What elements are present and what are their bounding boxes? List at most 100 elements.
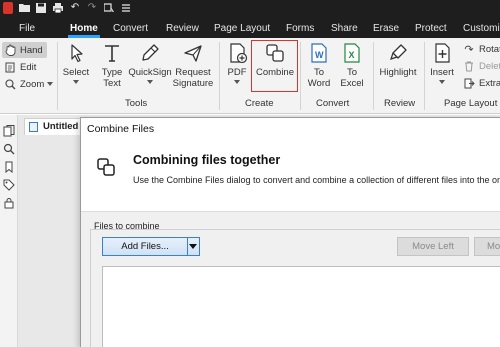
tab-page-layout[interactable]: Page Layout	[214, 19, 270, 38]
dialog-description: Use the Combine Files dialog to convert …	[133, 175, 500, 185]
request-signature-label-2: Signature	[172, 78, 214, 89]
chevron-down-icon	[439, 80, 445, 84]
to-word-label-1: To	[313, 67, 325, 78]
edit-tool-label: Edit	[20, 61, 37, 73]
ribbon-divider	[57, 42, 58, 110]
dialog-body: Files to combine Add Files... Move Left …	[81, 211, 500, 347]
highlighter-icon	[390, 44, 407, 60]
svg-text:X: X	[349, 50, 355, 60]
combine-highlight-box	[251, 40, 298, 92]
insert-page-icon	[435, 43, 450, 63]
save-icon[interactable]	[35, 2, 47, 14]
to-word-label-2: Word	[307, 78, 331, 89]
print-icon[interactable]	[52, 2, 64, 14]
left-sidebar	[0, 115, 18, 347]
request-signature-button[interactable]: Request Signature	[172, 42, 214, 98]
tab-erase[interactable]: Erase	[373, 19, 399, 38]
type-text-icon	[105, 45, 119, 62]
open-folder-icon[interactable]	[18, 2, 30, 14]
delete-button[interactable]: Delet	[463, 58, 500, 74]
highlight-label: Highlight	[379, 67, 417, 78]
lock-icon[interactable]	[3, 197, 15, 209]
select-label: Select	[62, 67, 90, 78]
tab-forms[interactable]: Forms	[286, 19, 314, 38]
combine-icon	[97, 158, 115, 176]
quicksign-button[interactable]: QuickSign	[128, 42, 172, 98]
select-button[interactable]: Select	[60, 42, 92, 98]
chevron-down-icon	[47, 82, 54, 86]
combine-files-dialog: Combine Files Combining files together U…	[80, 117, 500, 347]
tab-customize[interactable]: Customiz	[463, 19, 500, 38]
tab-file[interactable]: File	[19, 19, 35, 38]
hand-tool-button[interactable]: Hand	[2, 42, 47, 58]
new-pdf-icon	[230, 43, 248, 64]
add-files-label: Add Files...	[121, 241, 169, 252]
undo-icon[interactable]: ↶	[69, 2, 81, 14]
document-canvas	[18, 135, 80, 347]
rotate-icon: ↷	[464, 43, 474, 56]
pdf-label: PDF	[227, 67, 247, 78]
rotate-label: Rotat	[479, 43, 500, 55]
type-text-label-2: Text	[103, 78, 121, 89]
chevron-down-icon	[234, 80, 240, 84]
move-left-button[interactable]: Move Left	[397, 237, 469, 256]
type-text-button[interactable]: Type Text	[97, 42, 127, 98]
chevron-down-icon[interactable]	[189, 244, 197, 249]
move-right-button[interactable]: Mov	[474, 237, 500, 256]
document-tab[interactable]: Untitled	[24, 118, 84, 135]
add-files-button[interactable]: Add Files...	[102, 237, 200, 256]
document-icon	[29, 122, 38, 132]
rotate-button[interactable]: ↷ Rotat	[463, 41, 500, 57]
to-word-button[interactable]: W To Word	[305, 42, 333, 98]
tab-share[interactable]: Share	[331, 19, 358, 38]
edit-tool-button[interactable]: Edit	[4, 59, 36, 75]
bookmark-icon[interactable]	[3, 161, 15, 173]
pen-icon	[142, 44, 159, 61]
highlight-button[interactable]: Highlight	[376, 42, 420, 98]
file-list[interactable]	[102, 266, 500, 347]
zoom-tool-label: Zoom	[20, 78, 45, 90]
insert-label: Insert	[430, 67, 454, 78]
extract-button[interactable]: Extrac	[463, 75, 500, 91]
edit-icon	[4, 61, 16, 73]
dialog-header: Combining files together Use the Combine…	[81, 136, 500, 210]
redo-icon[interactable]: ↷	[86, 2, 98, 14]
tab-convert[interactable]: Convert	[113, 19, 148, 38]
app-logo-icon	[3, 2, 13, 14]
trash-icon	[463, 60, 475, 72]
send-icon	[184, 45, 202, 62]
button-divider	[187, 238, 188, 255]
customize-icon[interactable]	[120, 2, 132, 14]
menu-tabs: File Home Convert Review Page Layout For…	[0, 16, 500, 38]
pages-icon[interactable]	[3, 125, 15, 137]
search-icon[interactable]	[3, 143, 15, 155]
tab-review[interactable]: Review	[166, 19, 199, 38]
type-text-label-1: Type	[101, 67, 123, 78]
tag-icon[interactable]	[3, 179, 15, 191]
insert-button[interactable]: Insert	[428, 42, 456, 98]
page-layout-group-label: Page Layout	[444, 98, 498, 109]
tab-protect[interactable]: Protect	[415, 19, 447, 38]
tab-home[interactable]: Home	[68, 19, 100, 38]
move-left-label: Move Left	[412, 241, 454, 252]
zoom-tool-button[interactable]: Zoom	[4, 76, 54, 92]
to-excel-button[interactable]: X To Excel	[337, 42, 367, 98]
ribbon-divider	[373, 42, 374, 110]
pdf-button[interactable]: PDF	[222, 42, 252, 98]
chevron-down-icon	[73, 80, 79, 84]
select-tool-icon[interactable]	[103, 2, 115, 14]
request-signature-label-1: Request	[175, 67, 211, 78]
to-excel-label-1: To	[346, 67, 358, 78]
excel-icon: X	[344, 43, 360, 63]
hand-icon	[4, 44, 16, 56]
ribbon-divider	[219, 42, 220, 110]
chevron-down-icon	[147, 80, 153, 84]
dialog-title: Combine Files	[87, 123, 155, 135]
hand-tool-label: Hand	[20, 44, 43, 56]
ribbon-divider	[424, 42, 425, 110]
move-right-label: Mov	[487, 241, 500, 252]
review-group-label: Review	[384, 98, 416, 109]
extract-icon	[463, 77, 475, 89]
select-arrow-icon	[71, 44, 83, 63]
create-group-label: Create	[245, 98, 274, 109]
